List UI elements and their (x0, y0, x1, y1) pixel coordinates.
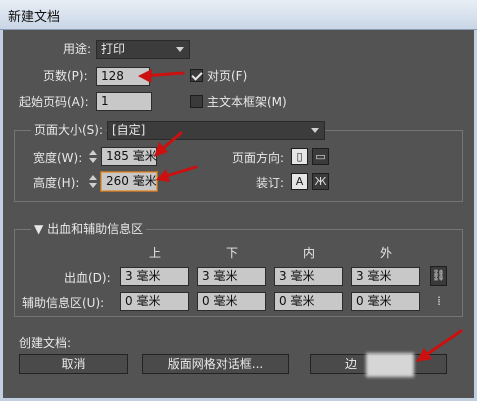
red-arrow-icon (156, 165, 198, 182)
red-arrow-icon (416, 329, 463, 362)
red-arrow-icon (154, 131, 183, 157)
annotation-layer (138, 69, 463, 362)
red-arrow-icon (138, 69, 185, 83)
